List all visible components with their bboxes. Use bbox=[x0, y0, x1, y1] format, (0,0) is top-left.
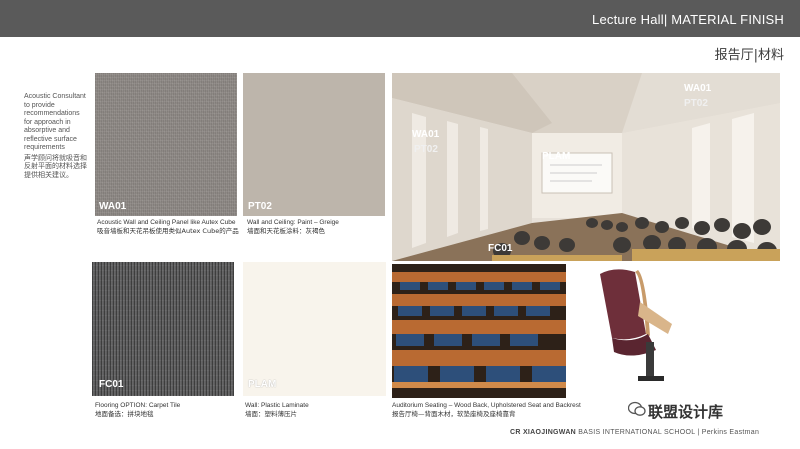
watermark-text: 联盟设计库 bbox=[648, 403, 724, 421]
swatch-code: WA01 bbox=[99, 201, 127, 212]
swatch-code: FC01 bbox=[99, 379, 124, 390]
caption-cn: 吸音墙板和天花吊板使用类似Autex Cube的产品 bbox=[97, 227, 239, 235]
hall-label-wa01-right: WA01 bbox=[684, 83, 712, 94]
caption-en: Flooring OPTION: Carpet Tile bbox=[95, 402, 181, 409]
acoustic-note-cn: 声学顾问将就吸音和反射平面的材料选择提供相关建议。 bbox=[24, 153, 87, 179]
chair-illustration bbox=[600, 269, 672, 381]
swatch-plam: PLAM bbox=[243, 262, 386, 396]
caption-seating: Auditorium Seating – Wood Back, Upholste… bbox=[392, 402, 622, 418]
caption-plam: Wall: Plastic Laminate 墙面：塑料薄压片 bbox=[245, 402, 385, 418]
acoustic-note-en: Acoustic Consultant to provide recommend… bbox=[24, 93, 86, 151]
swatch-code: PLAM bbox=[248, 379, 277, 390]
seats-illustration bbox=[392, 264, 566, 398]
footer: CR XIAOJINGWAN BASIS INTERNATIONAL SCHOO… bbox=[510, 429, 759, 436]
auditorium-seats-photo bbox=[392, 264, 566, 398]
footer-firm: | Perkins Eastman bbox=[695, 429, 760, 436]
footer-school: BASIS INTERNATIONAL SCHOOL bbox=[576, 429, 696, 436]
wechat-icon bbox=[628, 401, 646, 416]
hall-label-pt02-right: PT02 bbox=[684, 98, 708, 109]
acoustic-note: Acoustic Consultant to provide recommend… bbox=[24, 93, 88, 179]
page-subtitle-cn: 报告厅|材料 bbox=[714, 48, 784, 63]
caption-en: Acoustic Wall and Ceiling Panel like Aut… bbox=[97, 219, 236, 226]
caption-cn: 墙面：塑料薄压片 bbox=[245, 410, 297, 418]
footer-brand: CR XIAOJINGWAN bbox=[510, 429, 577, 436]
caption-en: Wall and Ceiling: Paint – Greige bbox=[247, 219, 339, 226]
swatch-wa01: WA01 bbox=[95, 73, 237, 216]
top-bar: Lecture Hall| MATERIAL FINISH bbox=[0, 0, 800, 37]
caption-fc01: Flooring OPTION: Carpet Tile 地面备选：拼块地毯 bbox=[95, 402, 235, 418]
caption-en: Wall: Plastic Laminate bbox=[245, 402, 309, 409]
caption-cn: 地面备选：拼块地毯 bbox=[95, 410, 154, 418]
caption-cn: 墙面和天花板涂料：灰褐色 bbox=[247, 227, 325, 235]
seat-product-image bbox=[580, 264, 700, 394]
caption-wa01: Acoustic Wall and Ceiling Panel like Aut… bbox=[97, 219, 239, 235]
swatch-pt02: PT02 bbox=[243, 73, 385, 216]
page-title: Lecture Hall| MATERIAL FINISH bbox=[592, 12, 784, 27]
caption-en: Auditorium Seating – Wood Back, Upholste… bbox=[392, 402, 581, 409]
caption-pt02: Wall and Ceiling: Paint – Greige 墙面和天花板涂… bbox=[247, 219, 387, 235]
hall-label-wa01-left: WA01 bbox=[412, 129, 440, 140]
hall-label-fc01: FC01 bbox=[488, 243, 513, 254]
swatch-code: PT02 bbox=[248, 201, 272, 212]
hall-illustration bbox=[392, 73, 780, 261]
hall-label-pt02-left: PT02 bbox=[414, 144, 438, 155]
caption-cn: 报告厅椅—背面木材，软垫座椅及座椅靠背 bbox=[392, 410, 516, 418]
hall-label-plam: PLAM bbox=[542, 151, 571, 162]
swatch-fc01: FC01 bbox=[92, 262, 234, 396]
lecture-hall-render: WA01 PT02 WA01 PT02 PLAM FC01 bbox=[392, 73, 780, 261]
